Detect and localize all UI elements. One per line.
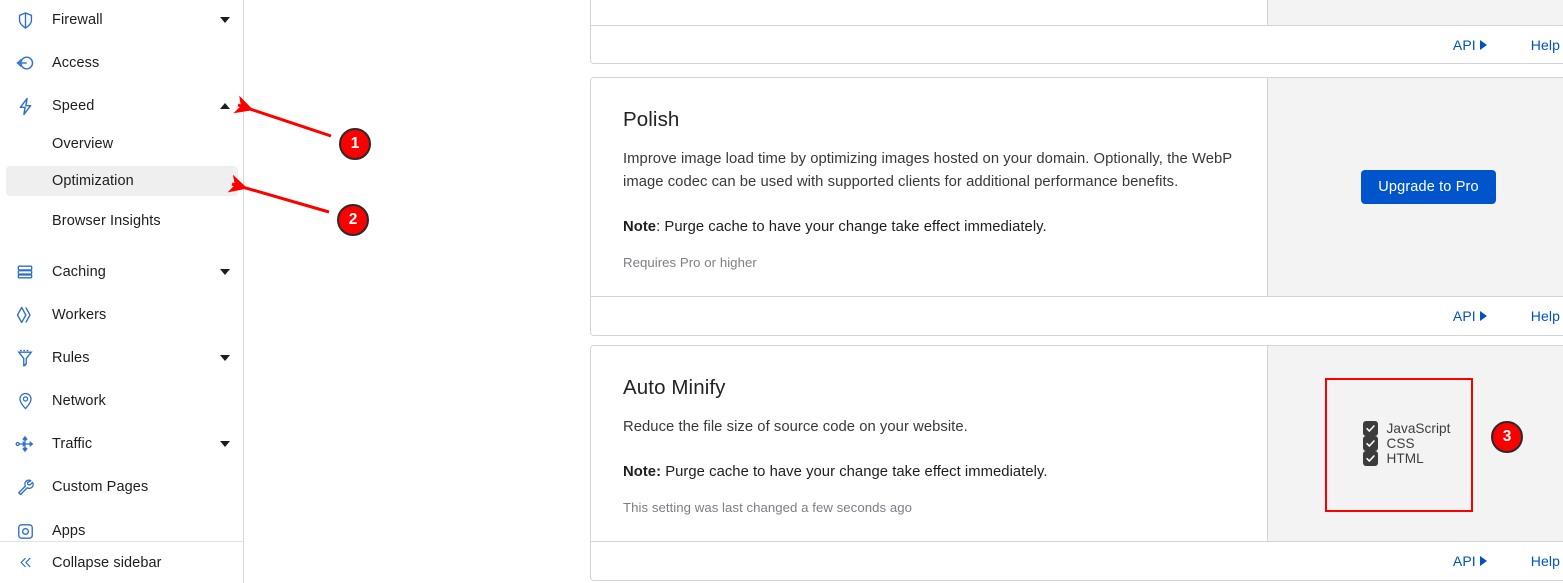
api-link[interactable]: API (1453, 37, 1487, 53)
sidebar-item-label: Traffic (52, 436, 93, 452)
auto-minify-controls-region: JavaScript CSS HTML (1267, 346, 1563, 541)
collapse-sidebar-button[interactable]: Collapse sidebar (0, 542, 243, 583)
arrow-right-icon (1479, 555, 1487, 566)
sidebar-item-traffic[interactable]: Traffic (0, 426, 243, 462)
polish-card-action-region: Upgrade to Pro (1267, 78, 1563, 296)
card-footer: API Help (591, 540, 1563, 580)
arrow-right-icon (1479, 310, 1487, 321)
auto-minify-card-note: Note: Purge cache to have your change ta… (623, 461, 1235, 484)
checkmark-icon[interactable] (1362, 450, 1378, 466)
sidebar-item-rules[interactable]: Rules (0, 340, 243, 376)
help-link-label: Help (1530, 37, 1560, 53)
wrench-icon (14, 476, 36, 498)
minify-checkbox-group: JavaScript CSS HTML (1362, 420, 1451, 466)
lightning-bolt-icon (14, 95, 36, 117)
polish-card-description: Improve image load time by optimizing im… (623, 151, 1232, 190)
chevron-down-icon[interactable] (220, 355, 230, 361)
note-label: Note (623, 218, 657, 235)
funnel-icon (14, 347, 36, 369)
sidebar-subitem-label: Overview (52, 136, 114, 152)
checkmark-icon[interactable] (1362, 435, 1378, 451)
note-text: : Purge cache to have your change take e… (656, 218, 1047, 235)
chevron-down-icon[interactable] (220, 269, 230, 275)
auto-minify-card: Auto Minify Reduce the file size of sour… (590, 345, 1563, 581)
note-text: Purge cache to have your change take eff… (661, 463, 1048, 480)
workers-diamond-icon (14, 304, 36, 326)
shield-icon (14, 9, 36, 31)
upgrade-to-pro-button[interactable]: Upgrade to Pro (1361, 169, 1496, 204)
sidebar-item-optimization[interactable]: Optimization (6, 166, 238, 196)
sidebar-item-label: Speed (52, 98, 95, 114)
api-link[interactable]: API (1453, 308, 1487, 324)
help-link[interactable]: Help (1531, 308, 1563, 324)
collapse-sidebar-label: Collapse sidebar (52, 554, 162, 571)
api-link[interactable]: API (1453, 553, 1487, 569)
api-link-label: API (1452, 552, 1476, 569)
polish-card-content: Polish Improve image load time by optimi… (591, 78, 1267, 296)
top-card-left-region (591, 0, 1267, 25)
top-card-right-region (1267, 0, 1563, 25)
traffic-nodes-icon (14, 433, 36, 455)
api-link-label: API (1452, 37, 1476, 53)
sidebar-item-label: Caching (52, 264, 106, 280)
sidebar-item-label: Access (52, 55, 100, 71)
help-link[interactable]: Help (1531, 553, 1563, 569)
sidebar-item-label: Apps (52, 523, 86, 539)
polish-card-note: Note: Purge cache to have your change ta… (623, 216, 1235, 239)
chevron-down-icon[interactable] (220, 17, 230, 23)
sidebar-item-speed[interactable]: Speed (0, 88, 243, 124)
sidebar-item-label: Rules (52, 350, 90, 366)
sidebar-item-caching[interactable]: Caching (0, 254, 243, 290)
access-arrow-icon (14, 52, 36, 74)
checkbox-label: JavaScript (1386, 420, 1451, 436)
checkbox-label: HTML (1386, 450, 1424, 466)
sidebar-item-network[interactable]: Network (0, 383, 243, 419)
sidebar-item-label: Network (52, 393, 106, 409)
auto-minify-card-description: Reduce the file size of source code on y… (623, 419, 968, 435)
help-link[interactable]: Help (1531, 37, 1563, 53)
auto-minify-card-title: Auto Minify (623, 376, 726, 399)
card-footer: API Help (591, 295, 1563, 335)
server-stack-icon (14, 261, 36, 283)
sidebar-item-workers[interactable]: Workers (0, 297, 243, 333)
checkmark-icon[interactable] (1362, 420, 1378, 436)
apps-square-icon (14, 520, 36, 542)
sidebar-item-firewall[interactable]: Firewall (0, 2, 243, 38)
checkbox-javascript[interactable]: JavaScript (1362, 420, 1451, 436)
sidebar-subitem-label: Browser Insights (52, 213, 161, 229)
location-pin-icon (14, 390, 36, 412)
chevron-down-icon[interactable] (220, 441, 230, 447)
sidebar-item-access[interactable]: Access (0, 45, 243, 81)
double-chevron-left-icon (14, 552, 36, 574)
sidebar-subitem-label: Optimization (52, 173, 134, 189)
sidebar: Firewall Access Speed Overview Optimizat… (0, 0, 244, 583)
card-footer: API Help (591, 25, 1563, 63)
sidebar-item-label: Custom Pages (52, 479, 149, 495)
app-root: Firewall Access Speed Overview Optimizat… (0, 0, 1563, 583)
auto-minify-card-content: Auto Minify Reduce the file size of sour… (591, 346, 1267, 541)
note-label: Note: (623, 463, 662, 480)
sidebar-item-custom-pages[interactable]: Custom Pages (0, 469, 243, 505)
help-link-label: Help (1530, 307, 1560, 324)
polish-card-title: Polish (623, 108, 680, 131)
help-link-label: Help (1530, 552, 1560, 569)
api-link-label: API (1452, 307, 1476, 324)
polish-card-requirement: Requires Pro or higher (623, 254, 757, 270)
checkbox-css[interactable]: CSS (1362, 435, 1451, 451)
arrow-right-icon (1479, 40, 1487, 50)
polish-card: Polish Improve image load time by optimi… (590, 77, 1563, 336)
checkbox-html[interactable]: HTML (1362, 450, 1451, 466)
sidebar-item-label: Firewall (52, 12, 103, 28)
sidebar-item-browser-insights[interactable]: Browser Insights (6, 206, 238, 236)
main-content: API Help Polish Improve image load time … (244, 0, 1563, 583)
auto-minify-last-changed: This setting was last changed a few seco… (623, 499, 912, 515)
sidebar-item-overview[interactable]: Overview (6, 129, 238, 159)
checkbox-label: CSS (1386, 435, 1415, 451)
sidebar-item-label: Workers (52, 307, 107, 323)
top-partial-card: API Help (590, 0, 1563, 64)
chevron-up-icon[interactable] (220, 103, 230, 109)
